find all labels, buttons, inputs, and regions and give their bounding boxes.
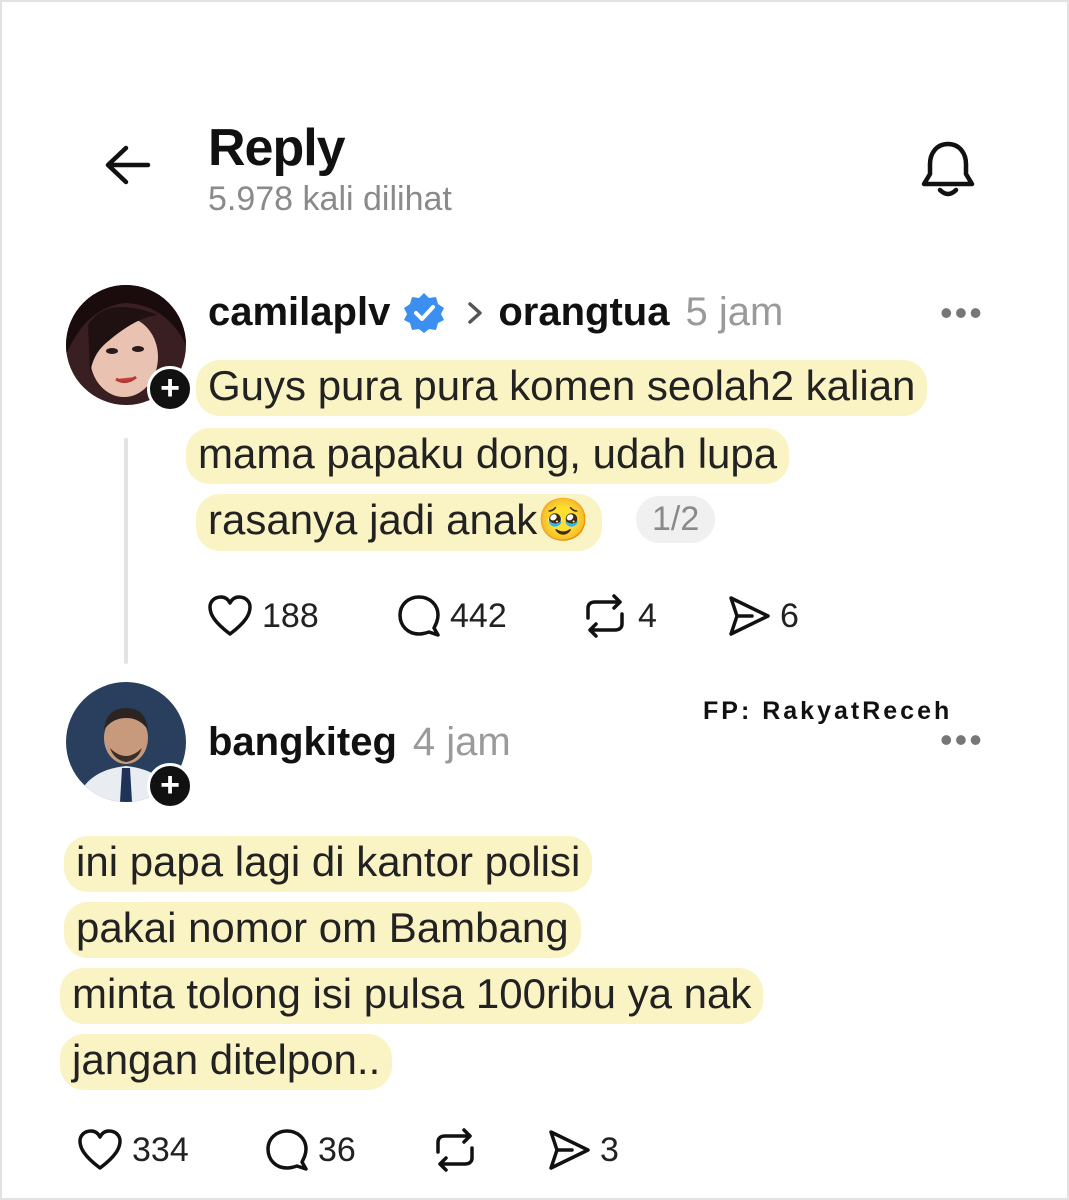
- post-time: 5 jam: [685, 290, 784, 334]
- repost-count: 4: [638, 596, 657, 635]
- post-meta: bangkiteg 4 jam: [208, 720, 511, 765]
- heart-icon: [208, 595, 252, 636]
- more-options-button[interactable]: •••: [940, 295, 984, 331]
- comment-button[interactable]: 36: [264, 1128, 356, 1172]
- post-text-line: Guys pura pura komen seolah2 kalian: [196, 360, 928, 416]
- repost-button[interactable]: 4: [580, 594, 657, 638]
- repost-icon: [586, 594, 624, 638]
- post-text-segment: rasanya jadi anak: [208, 496, 538, 543]
- post-text-line: pakai nomor om Bambang: [64, 902, 581, 958]
- watermark: FP: RakyatReceh: [703, 697, 953, 725]
- post-time: 4 jam: [412, 720, 511, 764]
- thread-connector: [124, 438, 128, 664]
- page-indicator: 1/2: [636, 496, 716, 543]
- comment-button[interactable]: 442: [396, 594, 507, 638]
- share-count: 6: [780, 596, 799, 635]
- back-arrow-icon: [105, 145, 151, 185]
- post-text-line: jangan ditelpon..: [60, 1034, 393, 1090]
- pleading-emoji: 🥹: [537, 496, 590, 543]
- page-count: 1/2: [636, 496, 716, 543]
- verified-icon: [404, 292, 445, 333]
- share-icon: [729, 596, 770, 636]
- comment-count: 36: [318, 1130, 356, 1169]
- follow-plus-icon[interactable]: +: [147, 763, 193, 809]
- repost-icon: [436, 1128, 474, 1172]
- post-text-line: rasanya jadi anak🥹: [196, 494, 602, 551]
- repost-button[interactable]: [430, 1128, 488, 1172]
- share-count: 3: [600, 1130, 619, 1169]
- like-button[interactable]: 334: [76, 1128, 189, 1172]
- bell-icon: [921, 141, 975, 197]
- share-button[interactable]: 6: [726, 594, 799, 638]
- view-count: 5.978 kali dilihat: [208, 180, 452, 218]
- share-button[interactable]: 3: [546, 1128, 619, 1172]
- comment-count: 442: [450, 596, 507, 635]
- share-icon: [549, 1130, 590, 1170]
- post-meta: camilaplv orangtua 5 jam: [208, 290, 783, 335]
- notification-button[interactable]: [916, 136, 980, 202]
- more-options-button[interactable]: •••: [940, 722, 984, 758]
- post-text-line: ini papa lagi di kantor polisi: [64, 836, 593, 892]
- username[interactable]: camilaplv: [208, 290, 390, 335]
- comment-icon: [398, 595, 440, 637]
- heart-icon: [78, 1129, 122, 1170]
- like-count: 334: [132, 1130, 189, 1169]
- comment-icon: [266, 1129, 308, 1171]
- back-button[interactable]: [100, 140, 156, 190]
- follow-plus-icon[interactable]: +: [147, 366, 193, 412]
- more-icon: •••: [940, 292, 984, 333]
- username[interactable]: bangkiteg: [208, 720, 397, 765]
- like-count: 188: [262, 596, 319, 635]
- reply-target[interactable]: orangtua: [498, 290, 669, 335]
- like-button[interactable]: 188: [206, 594, 319, 638]
- page-title: Reply: [208, 119, 346, 177]
- chevron-right-icon: [468, 301, 483, 324]
- post-text-line: mama papaku dong, udah lupa: [186, 428, 790, 484]
- post-text-line: minta tolong isi pulsa 100ribu ya nak: [60, 968, 764, 1024]
